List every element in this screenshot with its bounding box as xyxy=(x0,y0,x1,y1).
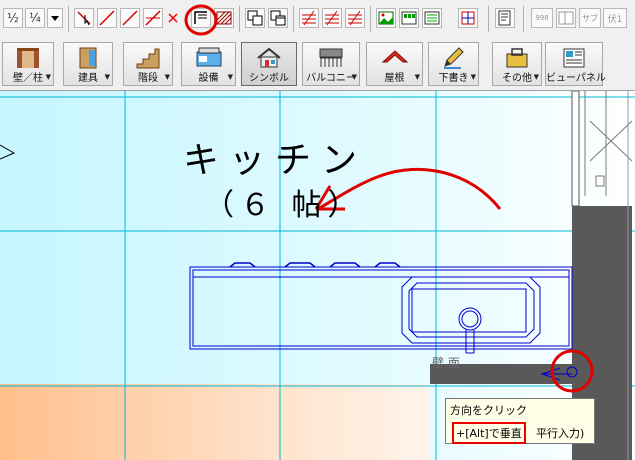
symbol-house-icon xyxy=(257,47,281,68)
fuku1-button[interactable]: 伏1 xyxy=(603,8,627,28)
top-toolbar: ½ ¼ 998 サブ 伏1 xyxy=(0,0,635,39)
quarter-scale-icon[interactable]: ¼ xyxy=(25,8,45,28)
property-icon[interactable] xyxy=(458,8,478,28)
toolbar-separator xyxy=(68,6,69,32)
pattern-icon[interactable] xyxy=(422,8,442,28)
view-panel-label: ビューパネル xyxy=(546,73,606,84)
room-size: （６ 帖） xyxy=(204,188,364,223)
toolbox-icon xyxy=(506,48,528,68)
document-icon[interactable] xyxy=(495,8,515,28)
symbol-button[interactable]: シンボル xyxy=(241,42,297,86)
view-panel-icon xyxy=(563,48,585,68)
other-button[interactable]: その他 ▼ xyxy=(492,42,542,86)
draft-button[interactable]: 下書き ▼ xyxy=(428,42,479,86)
room-name: キッチン xyxy=(183,140,368,181)
stairs-icon xyxy=(136,48,160,69)
dropdown-arrow-icon[interactable] xyxy=(47,8,63,28)
stairs-button[interactable]: 階段 ▼ xyxy=(123,42,173,86)
dropdown-arrow-icon: ▼ xyxy=(414,73,420,81)
toolbar-separator-3 xyxy=(293,6,294,32)
window-icon[interactable] xyxy=(268,8,288,28)
dropdown-arrow-icon: ▼ xyxy=(227,73,233,81)
dropdown-arrow-icon: ▼ xyxy=(351,73,357,81)
right-wall-top xyxy=(571,91,580,207)
equipment-button[interactable]: 設備 ▼ xyxy=(181,42,236,86)
layer-icon[interactable] xyxy=(299,8,319,28)
half-scale-icon[interactable]: ½ xyxy=(3,8,23,28)
roof-icon xyxy=(381,50,408,63)
pencil-icon xyxy=(443,47,464,69)
toolbar-separator-5 xyxy=(488,6,489,32)
line-icon[interactable] xyxy=(97,8,117,28)
toolbar-separator-6 xyxy=(523,6,524,32)
line-icon-2[interactable] xyxy=(120,8,140,28)
tooltip-line1: 方向をクリック xyxy=(450,404,527,417)
roof-button[interactable]: 屋根 ▼ xyxy=(366,42,423,86)
annotation-circle-toolbar xyxy=(184,4,218,36)
balcony-label: バルコニー xyxy=(306,73,356,84)
symbol-label: シンボル xyxy=(249,73,289,84)
dropdown-arrow-icon: ▼ xyxy=(470,73,476,81)
balcony-icon xyxy=(319,48,343,67)
btn-998-label: 998 xyxy=(535,14,549,22)
tooltip-alt-hint: +[Alt]で垂直 xyxy=(452,422,526,444)
delete-x-icon[interactable] xyxy=(166,8,180,28)
btn-998[interactable]: 998 xyxy=(531,8,553,28)
quarter-scale-label: ¼ xyxy=(29,11,41,25)
panel-layout-icon[interactable] xyxy=(556,8,576,28)
grid-view-icon[interactable] xyxy=(399,8,419,28)
dropdown-arrow-icon: ▼ xyxy=(164,73,170,81)
dropdown-arrow-icon: ▼ xyxy=(104,73,110,81)
layer-icon-2[interactable] xyxy=(322,8,342,28)
layer-icon-3[interactable] xyxy=(345,8,365,28)
sub-button[interactable]: サブ xyxy=(579,8,601,28)
fittings-button[interactable]: 建具 ▼ xyxy=(63,42,113,86)
fittings-door-icon xyxy=(79,47,97,69)
copy-window-icon[interactable] xyxy=(245,8,265,28)
fuku1-button-label: 伏1 xyxy=(607,14,623,25)
equipment-kitchen-icon xyxy=(196,47,221,67)
wall-pillar-icon xyxy=(17,48,39,68)
dropdown-arrow-icon: ▼ xyxy=(533,73,539,81)
toolbar-separator-4 xyxy=(370,6,371,32)
half-scale-label: ½ xyxy=(7,11,19,25)
select-cursor-icon[interactable] xyxy=(74,8,94,28)
cross-line-icon[interactable] xyxy=(143,8,163,28)
sub-button-label: サブ xyxy=(582,13,598,23)
balcony-button[interactable]: バルコニー ▼ xyxy=(302,42,360,86)
wall-pillar-button[interactable]: 壁／柱 ▼ xyxy=(2,42,54,86)
image-icon[interactable] xyxy=(376,8,396,28)
tooltip-parallel-hint: 平行入力) xyxy=(536,427,585,440)
dropdown-arrow-icon: ▼ xyxy=(45,73,51,81)
adjacent-room-floor xyxy=(0,384,430,460)
view-panel-button[interactable]: ビューパネル xyxy=(545,42,606,86)
cursor-tooltip: 方向をクリック +[Alt]で垂直 平行入力) xyxy=(445,398,595,444)
toolbar-separator-2 xyxy=(239,6,240,32)
wall-face-label: 壁 面 xyxy=(432,356,460,370)
